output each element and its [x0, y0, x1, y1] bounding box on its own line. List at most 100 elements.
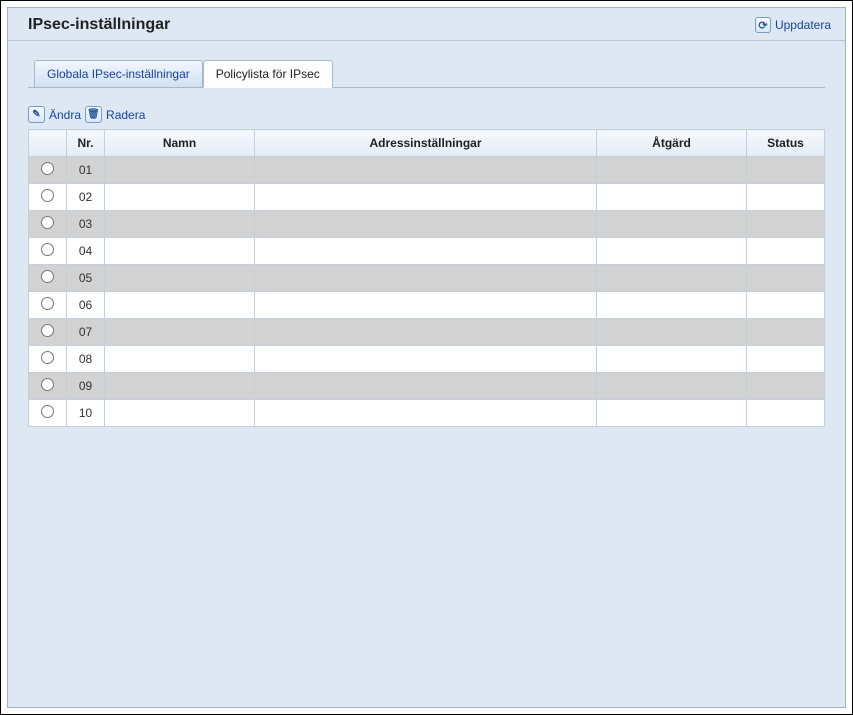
table-row: 03	[29, 211, 825, 238]
cell-address	[255, 238, 597, 265]
cell-address	[255, 346, 597, 373]
cell-select	[29, 346, 67, 373]
cell-nr: 10	[67, 400, 105, 427]
cell-select	[29, 157, 67, 184]
cell-address	[255, 184, 597, 211]
cell-nr: 05	[67, 265, 105, 292]
delete-label: Radera	[106, 108, 145, 122]
cell-address	[255, 157, 597, 184]
cell-nr: 02	[67, 184, 105, 211]
row-select-radio[interactable]	[41, 405, 54, 418]
col-nr: Nr.	[67, 130, 105, 157]
tab-global-ipsec[interactable]: Globala IPsec-inställningar	[34, 60, 203, 88]
cell-nr: 09	[67, 373, 105, 400]
cell-name	[105, 400, 255, 427]
table-row: 04	[29, 238, 825, 265]
cell-nr: 07	[67, 319, 105, 346]
table-row: 10	[29, 400, 825, 427]
cell-name	[105, 211, 255, 238]
row-select-radio[interactable]	[41, 324, 54, 337]
pencil-icon: ✎	[28, 106, 45, 123]
col-action: Åtgärd	[597, 130, 747, 157]
col-name: Namn	[105, 130, 255, 157]
cell-status	[747, 211, 825, 238]
table-row: 08	[29, 346, 825, 373]
edit-button[interactable]: ✎ Ändra	[28, 106, 81, 123]
cell-status	[747, 319, 825, 346]
row-select-radio[interactable]	[41, 297, 54, 310]
action-toolbar: ✎ Ändra 🗑 Radera	[28, 106, 825, 123]
cell-action	[597, 292, 747, 319]
cell-address	[255, 292, 597, 319]
cell-nr: 03	[67, 211, 105, 238]
row-select-radio[interactable]	[41, 270, 54, 283]
cell-address	[255, 319, 597, 346]
table-row: 06	[29, 292, 825, 319]
cell-name	[105, 265, 255, 292]
row-select-radio[interactable]	[41, 162, 54, 175]
cell-name	[105, 238, 255, 265]
cell-status	[747, 346, 825, 373]
cell-action	[597, 346, 747, 373]
panel-content: Globala IPsec-inställningar Policylista …	[8, 41, 845, 707]
table-row: 02	[29, 184, 825, 211]
cell-status	[747, 184, 825, 211]
table-row: 07	[29, 319, 825, 346]
cell-status	[747, 157, 825, 184]
cell-select	[29, 184, 67, 211]
col-address: Adressinställningar	[255, 130, 597, 157]
cell-action	[597, 265, 747, 292]
cell-nr: 04	[67, 238, 105, 265]
cell-status	[747, 400, 825, 427]
cell-select	[29, 292, 67, 319]
cell-nr: 01	[67, 157, 105, 184]
cell-nr: 08	[67, 346, 105, 373]
cell-address	[255, 373, 597, 400]
cell-action	[597, 157, 747, 184]
cell-status	[747, 292, 825, 319]
cell-action	[597, 238, 747, 265]
cell-action	[597, 319, 747, 346]
panel-header: IPsec-inställningar ⟳ Uppdatera	[8, 8, 845, 41]
cell-select	[29, 319, 67, 346]
cell-select	[29, 373, 67, 400]
cell-action	[597, 373, 747, 400]
cell-select	[29, 238, 67, 265]
cell-name	[105, 157, 255, 184]
table-row: 01	[29, 157, 825, 184]
policy-table: Nr. Namn Adressinställningar Åtgärd Stat…	[28, 129, 825, 427]
cell-select	[29, 400, 67, 427]
refresh-label: Uppdatera	[775, 18, 831, 32]
row-select-radio[interactable]	[41, 216, 54, 229]
cell-name	[105, 292, 255, 319]
cell-action	[597, 184, 747, 211]
cell-select	[29, 265, 67, 292]
row-select-radio[interactable]	[41, 189, 54, 202]
cell-status	[747, 238, 825, 265]
row-select-radio[interactable]	[41, 378, 54, 391]
edit-label: Ändra	[49, 108, 81, 122]
settings-panel: IPsec-inställningar ⟳ Uppdatera Globala …	[7, 7, 846, 708]
tab-label: Policylista för IPsec	[216, 67, 320, 81]
cell-status	[747, 373, 825, 400]
table-header-row: Nr. Namn Adressinställningar Åtgärd Stat…	[29, 130, 825, 157]
tab-ipsec-policy-list[interactable]: Policylista för IPsec	[203, 60, 333, 88]
cell-action	[597, 400, 747, 427]
cell-address	[255, 265, 597, 292]
delete-button[interactable]: 🗑 Radera	[85, 106, 145, 123]
cell-name	[105, 184, 255, 211]
cell-address	[255, 211, 597, 238]
page-title: IPsec-inställningar	[28, 16, 170, 34]
cell-address	[255, 400, 597, 427]
col-status: Status	[747, 130, 825, 157]
tab-label: Globala IPsec-inställningar	[47, 67, 190, 81]
cell-action	[597, 211, 747, 238]
cell-name	[105, 346, 255, 373]
cell-name	[105, 319, 255, 346]
cell-nr: 06	[67, 292, 105, 319]
row-select-radio[interactable]	[41, 243, 54, 256]
row-select-radio[interactable]	[41, 351, 54, 364]
table-row: 09	[29, 373, 825, 400]
refresh-button[interactable]: ⟳ Uppdatera	[755, 17, 831, 33]
refresh-icon: ⟳	[755, 17, 771, 33]
